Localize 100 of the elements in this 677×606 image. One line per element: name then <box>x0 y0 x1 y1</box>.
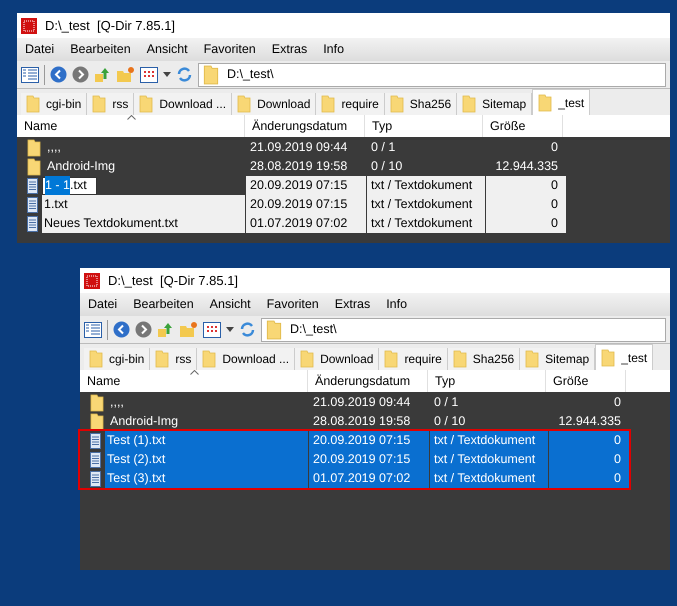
back-icon[interactable] <box>113 321 130 338</box>
folder-icon <box>27 158 41 176</box>
folder-tab[interactable]: require <box>379 348 448 370</box>
file-row[interactable]: Test (1).txt 20.09.2019 07:15 txt / Textdokument 0 <box>80 431 629 450</box>
file-name: Test (1).txt <box>105 431 308 450</box>
text-file-icon <box>90 432 101 448</box>
menu-item[interactable]: Datei <box>88 295 118 314</box>
folder-icon <box>139 95 154 113</box>
folder-tab[interactable]: require <box>316 93 385 115</box>
text-file-icon <box>27 216 38 232</box>
panel-icon[interactable] <box>84 322 102 338</box>
file-row[interactable]: Test (3).txt 01.07.2019 07:02 txt / Textdokument 0 <box>80 469 629 488</box>
dropdown-caret-icon[interactable] <box>226 327 234 332</box>
file-row[interactable]: Test (2).txt 20.09.2019 07:15 txt / Textdokument 0 <box>80 450 629 469</box>
type-cell: txt / Textdokument <box>430 431 548 450</box>
dropdown-caret-icon[interactable] <box>163 72 171 77</box>
file-name: Test (3).txt <box>105 469 308 488</box>
folder-icon <box>390 95 404 113</box>
date-cell: 20.09.2019 07:15 <box>309 431 429 450</box>
window-title: D:\_test [Q-Dir 7.85.1] <box>45 16 176 35</box>
sort-ascending-icon <box>190 370 199 375</box>
folder-icon <box>89 350 103 368</box>
menu-item[interactable]: Info <box>386 295 408 314</box>
folder-tab[interactable]: Sha256 <box>384 93 458 115</box>
rename-field[interactable]: 1 - 1.txt <box>42 176 97 194</box>
folder-tab[interactable]: cgi-bin <box>21 93 88 115</box>
size-cell: 0 <box>549 469 629 488</box>
file-row[interactable]: Neues Textdokument.txt 01.07.2019 07:02 txt / Textdokument 0 <box>17 214 670 233</box>
folder-tab[interactable]: _test <box>595 344 654 370</box>
file-name: Neues Textdokument.txt <box>42 214 245 233</box>
forward-icon[interactable] <box>72 66 89 83</box>
up-arrow-icon[interactable] <box>94 66 111 83</box>
type-cell-text: 0 / 10 <box>370 158 404 176</box>
menu-item[interactable]: Extras <box>272 40 308 59</box>
window-title: D:\_test [Q-Dir 7.85.1] <box>108 272 238 290</box>
new-folder-icon[interactable] <box>179 321 198 338</box>
folder-icon <box>92 95 106 113</box>
menu-item[interactable]: Bearbeiten <box>133 295 194 314</box>
size-cell-text: 12.944.335 <box>557 413 622 430</box>
folder-icon <box>203 64 219 84</box>
address-field[interactable]: D:\_test\ <box>261 318 666 342</box>
folder-tab[interactable]: Download <box>232 93 316 115</box>
folder-tab[interactable]: Sha256 <box>448 348 520 370</box>
folder-tab[interactable]: rss <box>150 348 198 370</box>
folder-icon <box>155 350 170 368</box>
file-row[interactable]: 1.txt 20.09.2019 07:15 txt / Textdokument 0 <box>17 195 670 214</box>
text-file-icon <box>90 470 101 486</box>
menu-item[interactable]: Extras <box>334 295 370 314</box>
type-cell: txt / Textdokument <box>367 195 485 214</box>
folder-icon <box>266 320 282 340</box>
date-cell-text: 21.09.2019 09:44 <box>312 394 412 412</box>
folder-tab[interactable]: Download <box>295 348 380 370</box>
back-icon[interactable] <box>50 66 67 83</box>
folder-icon <box>237 95 252 113</box>
date-cell: 20.09.2019 07:15 <box>309 450 429 469</box>
folder-tab[interactable]: Sitemap <box>520 348 596 370</box>
type-cell: txt / Textdokument <box>430 450 548 469</box>
file-row[interactable]: ,,,, 21.09.2019 09:44 0 / 1 0 <box>80 393 670 412</box>
folder-tab[interactable]: Sitemap <box>457 93 532 115</box>
folder-tab[interactable]: Download ... <box>197 348 296 370</box>
folder-icon <box>300 350 314 368</box>
menu-item[interactable]: Bearbeiten <box>70 40 131 59</box>
menu-item[interactable]: Favoriten <box>266 295 319 314</box>
folder-tab[interactable]: rss <box>87 93 134 115</box>
menu-item[interactable]: Favoriten <box>204 40 256 59</box>
view-grid-icon[interactable] <box>140 66 158 82</box>
size-cell: 0 <box>549 431 629 450</box>
date-cell-text: 28.08.2019 19:58 <box>312 413 412 430</box>
new-folder-icon[interactable] <box>116 66 135 83</box>
menu-item[interactable]: Ansicht <box>210 295 251 314</box>
date-cell: 20.09.2019 07:15 <box>246 195 366 214</box>
size-cell-text: 12.944.335 <box>494 158 559 176</box>
type-cell-text: 0 / 1 <box>370 139 396 156</box>
menu-item[interactable]: Ansicht <box>146 40 188 59</box>
menu-item[interactable]: Datei <box>25 40 54 59</box>
folder-tab[interactable]: Download ... <box>134 93 232 115</box>
refresh-icon[interactable] <box>176 66 193 83</box>
date-cell-text: 21.09.2019 09:44 <box>249 139 348 156</box>
menu-item[interactable]: Info <box>323 40 344 59</box>
file-name: 1.txt <box>42 195 245 214</box>
folder-tab[interactable]: cgi-bin <box>84 348 150 370</box>
file-row[interactable]: ,,,, 21.09.2019 09:44 0 / 1 0 <box>17 138 670 157</box>
up-arrow-icon[interactable] <box>157 321 174 338</box>
refresh-icon[interactable] <box>239 321 256 338</box>
view-grid-icon[interactable] <box>203 322 221 338</box>
folder-icon <box>601 348 616 366</box>
file-row[interactable]: Android-Img 28.08.2019 19:58 0 / 10 12.944.335 <box>17 157 670 176</box>
file-name: Android-Img <box>109 413 180 430</box>
file-row[interactable]: Android-Img 28.08.2019 19:58 0 / 10 12.944.335 <box>80 412 670 431</box>
size-cell: 0 <box>549 450 629 469</box>
size-cell: 0 <box>486 214 566 233</box>
size-cell: 0 <box>486 195 566 214</box>
type-cell: txt / Textdokument <box>367 176 485 195</box>
file-row[interactable]: 1 - 1.txt 20.09.2019 07:15 txt / Textdokument 0 <box>17 176 670 195</box>
app-icon <box>21 18 37 34</box>
panel-icon[interactable] <box>21 66 39 82</box>
text-file-icon <box>27 178 38 194</box>
forward-icon[interactable] <box>135 321 152 338</box>
folder-tab[interactable]: _test <box>532 89 590 115</box>
address-field[interactable]: D:\_test\ <box>198 62 666 86</box>
